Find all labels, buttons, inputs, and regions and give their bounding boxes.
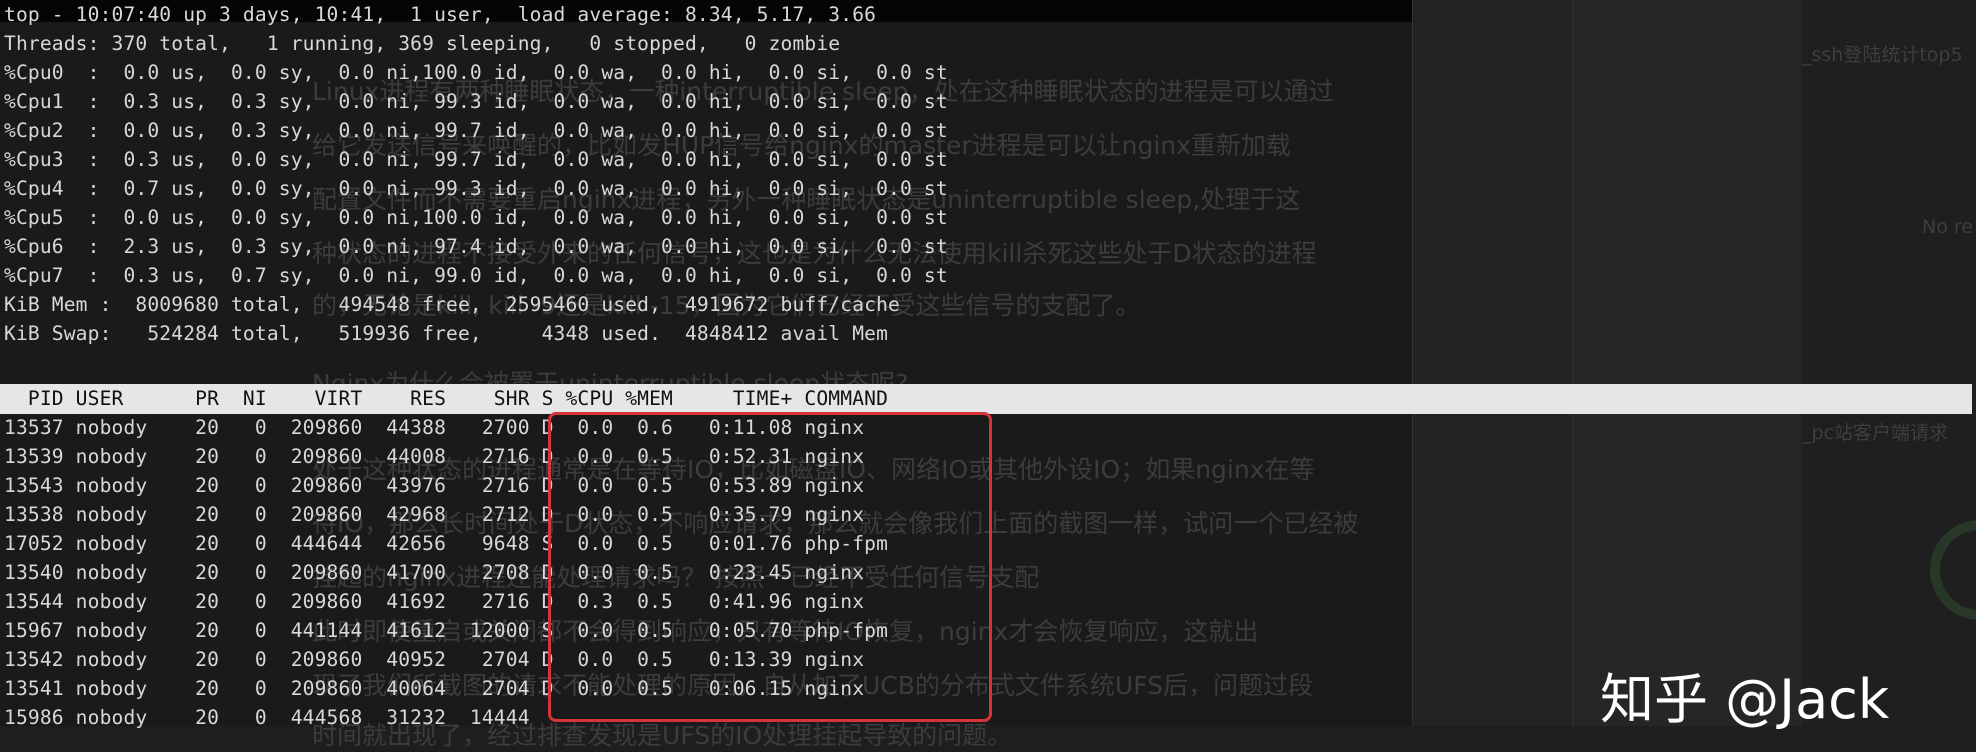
background-panel-far-right <box>1802 0 1976 726</box>
sidebar-snippet: _pc站客户端请求 <box>1802 422 1949 444</box>
cpu-line: %Cpu3 : 0.3 us, 0.0 sy, 0.0 ni, 99.7 id,… <box>4 148 948 171</box>
cpu-line: %Cpu7 : 0.3 us, 0.7 sy, 0.0 ni, 99.0 id,… <box>4 264 948 287</box>
background-panel-right <box>1572 0 1802 726</box>
sidebar-snippet: _ssh登陆统计top5 <box>1802 44 1963 66</box>
memory-line: KiB Mem : 8009680 total, 494548 free, 25… <box>4 293 900 316</box>
d-state-highlight-box <box>548 412 992 722</box>
background-panel-middle <box>1412 0 1572 726</box>
swap-line: KiB Swap: 524284 total, 519936 free, 434… <box>4 322 889 345</box>
cpu-line: %Cpu4 : 0.7 us, 0.0 sy, 0.0 ni, 99.3 id,… <box>4 177 948 200</box>
cpu-line: %Cpu6 : 2.3 us, 0.3 sy, 0.0 ni, 97.4 id,… <box>4 235 948 258</box>
uptime-line: top - 10:07:40 up 3 days, 10:41, 1 user,… <box>4 3 877 26</box>
panel-divider <box>1412 0 1413 726</box>
sidebar-snippet: No re <box>1922 216 1973 238</box>
cpu-line: %Cpu2 : 0.0 us, 0.3 sy, 0.0 ni, 99.7 id,… <box>4 119 948 142</box>
cpu-line: %Cpu5 : 0.0 us, 0.0 sy, 0.0 ni,100.0 id,… <box>4 206 948 229</box>
process-table-header: PID USER PR NI VIRT RES SHR S %CPU %MEM … <box>4 387 889 410</box>
panel-divider <box>1572 0 1573 726</box>
cpu-line: %Cpu1 : 0.3 us, 0.3 sy, 0.0 ni, 99.3 id,… <box>4 90 948 113</box>
process-row: 15986 nobody 20 0 444568 31232 14444 <box>4 706 530 729</box>
cpu-line: %Cpu0 : 0.0 us, 0.0 sy, 0.0 ni,100.0 id,… <box>4 61 948 84</box>
watermark: 知乎 @Jack <box>1600 668 1890 731</box>
threads-line: Threads: 370 total, 1 running, 369 sleep… <box>4 32 841 55</box>
